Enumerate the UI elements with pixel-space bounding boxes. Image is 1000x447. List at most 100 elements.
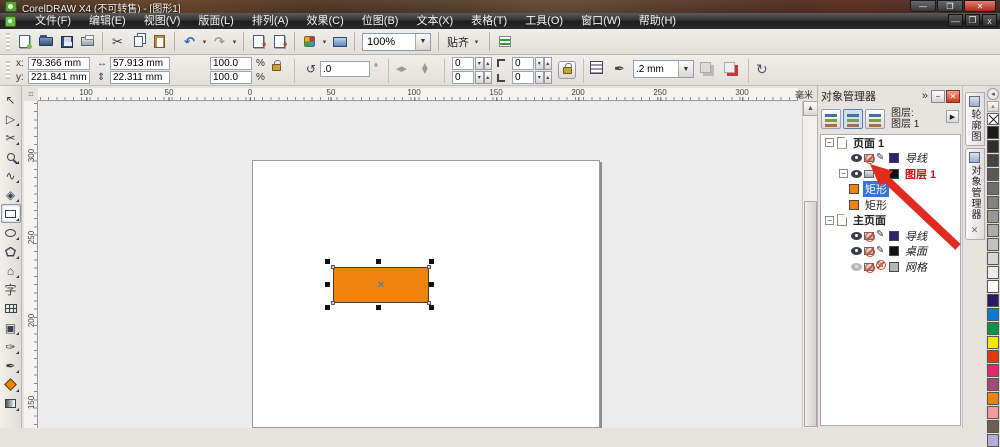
palette-color-swatch[interactable] [987,252,999,265]
corner-br-spinner[interactable]: ▾▴ [535,71,552,84]
menu-item-10[interactable]: 工具(O) [516,13,572,29]
copy-button[interactable] [128,31,149,52]
mirror-vertical-button[interactable]: ◂▸ [419,63,432,74]
palette-color-swatch[interactable] [987,238,999,251]
object-center-mark[interactable]: ✕ [333,267,429,303]
docker-tab-1[interactable]: 轮廓图 [965,92,985,146]
print-button[interactable] [77,31,98,52]
layer-label[interactable]: 导线 [903,228,929,244]
menu-item-7[interactable]: 位图(B) [353,13,408,29]
menu-item-8[interactable]: 文本(X) [407,13,462,29]
menu-item-5[interactable]: 排列(A) [243,13,298,29]
palette-color-swatch[interactable] [987,336,999,349]
y-position-field[interactable] [28,71,90,84]
paste-button[interactable] [149,31,170,52]
scale-lock-icon[interactable] [272,64,281,71]
selection-handle[interactable] [325,305,330,310]
expand-toggle[interactable]: − [839,169,848,178]
docker-minimize-button[interactable]: − [931,90,945,103]
window-minimize-button[interactable]: — [910,0,936,12]
layer-label[interactable]: 网格 [903,259,929,275]
redo-dropdown[interactable]: ▾ [230,38,239,46]
docker-flyout-button[interactable]: ▶ [946,110,959,123]
visibility-icon[interactable] [851,263,862,271]
palette-color-swatch[interactable] [987,406,999,419]
palette-color-swatch[interactable] [987,266,999,279]
palette-color-swatch[interactable] [987,196,999,209]
selection-handle[interactable] [429,259,434,264]
tree-layer-row[interactable]: −图层 1 [821,166,960,182]
undo-dropdown[interactable]: ▾ [200,38,209,46]
scroll-up-button[interactable]: ▲ [803,101,818,116]
ruler-origin-icon[interactable]: ⌗ [24,88,38,101]
object-label[interactable]: 矩形 [863,197,889,213]
undo-button[interactable]: ↶ [179,31,200,52]
palette-color-swatch[interactable] [987,182,999,195]
palette-color-swatch[interactable] [987,210,999,223]
object-label[interactable]: 矩形 [863,181,889,197]
palette-color-swatch[interactable] [987,168,999,181]
no-color-swatch[interactable] [987,113,999,125]
docker-close-button[interactable]: ✕ [946,90,960,103]
palette-color-swatch[interactable] [987,308,999,321]
palette-color-swatch[interactable] [987,392,999,405]
mdi-close-button[interactable]: x [982,14,997,27]
export-button[interactable] [269,31,290,52]
zoom-level-input[interactable] [363,34,415,50]
palette-color-swatch[interactable] [987,434,999,447]
tree-page-row[interactable]: −主页面 [821,213,960,229]
tree-object-row[interactable]: 矩形 [821,182,960,198]
menu-item-9[interactable]: 表格(T) [462,13,516,29]
palette-color-swatch[interactable] [987,420,999,433]
palette-flyout-button[interactable]: ◂ [987,88,999,100]
layer-label[interactable]: 导线 [903,150,929,166]
polygon-tool[interactable] [1,242,21,261]
palette-color-swatch[interactable] [987,280,999,293]
visibility-icon[interactable] [851,232,862,240]
menu-item-2[interactable]: 编辑(E) [80,13,135,29]
layer-manager-view-button[interactable] [865,109,885,129]
tree-page-row[interactable]: −页面 1 [821,135,960,151]
window-close-button[interactable]: ✕ [964,0,996,12]
object-width-field[interactable] [110,57,170,70]
save-button[interactable] [56,31,77,52]
tree-layer-row[interactable]: 网格 [821,259,960,275]
menu-item-12[interactable]: 帮助(H) [630,13,685,29]
text-tool[interactable]: 字 [1,280,21,299]
tree-object-row[interactable]: 矩形 [821,197,960,213]
tree-layer-row[interactable]: 导线 [821,151,960,167]
basic-shapes-tool[interactable]: ⌂ [1,261,21,280]
zoom-level-dropdown[interactable]: ▼ [415,34,430,50]
printable-icon[interactable] [864,263,874,271]
new-button[interactable] [14,31,35,52]
corner-radius-tr-field[interactable] [512,57,534,70]
ellipse-tool[interactable] [1,223,21,242]
selection-handle[interactable] [429,305,434,310]
corner-tl-spinner[interactable]: ▾▴ [475,57,492,70]
palette-color-swatch[interactable] [987,294,999,307]
menu-item-3[interactable]: 视图(V) [135,13,190,29]
round-corners-together-button[interactable] [558,61,576,79]
expand-toggle[interactable]: − [825,138,834,147]
palette-color-swatch[interactable] [987,378,999,391]
smart-fill-tool[interactable]: ◈ [1,185,21,204]
editable-icon[interactable] [876,168,887,179]
snap-to-dropdown[interactable]: 贴齐 ▾ [443,32,485,52]
scale-v-field[interactable] [210,71,252,84]
corner-radius-br-field[interactable] [512,71,534,84]
visibility-icon[interactable] [851,154,862,162]
options-button[interactable] [494,31,515,52]
palette-color-swatch[interactable] [987,364,999,377]
x-position-field[interactable] [28,57,90,70]
edit-across-layers-button[interactable] [843,109,863,129]
freehand-tool[interactable]: ∿ [1,166,21,185]
palette-color-swatch[interactable] [987,224,999,237]
shape-tool[interactable]: ▷ [1,109,21,128]
corner-bl-spinner[interactable]: ▾▴ [475,71,492,84]
corner-tr-spinner[interactable]: ▾▴ [535,57,552,70]
to-back-of-layer-button[interactable] [700,62,711,73]
document-icon[interactable] [5,16,16,27]
vertical-ruler[interactable]: 300250200150 [24,101,38,428]
layer-label[interactable]: 桌面 [903,243,929,259]
selection-handle[interactable] [325,282,330,287]
